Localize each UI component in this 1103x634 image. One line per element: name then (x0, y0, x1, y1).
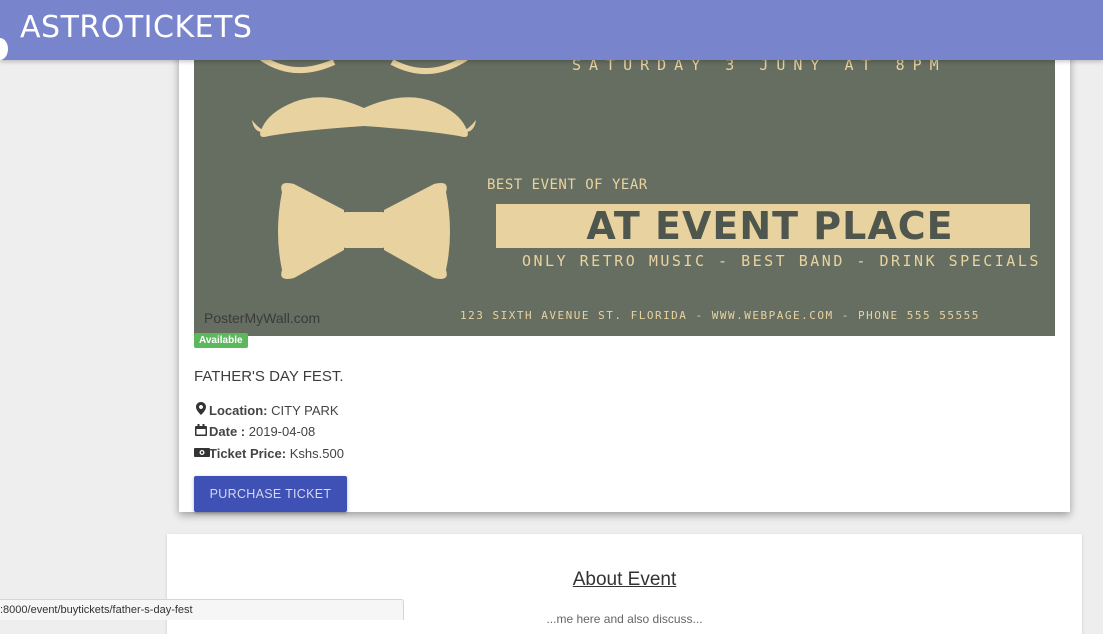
price-label: Ticket Price: (209, 446, 287, 461)
status-badge: Available (194, 333, 248, 348)
about-event-heading: About Event (572, 569, 677, 590)
poster-subline: ONLY RETRO MUSIC - BEST BAND - DRINK SPE… (522, 252, 1041, 270)
calendar-icon (194, 424, 207, 439)
browser-status-url: :8000/event/buytickets/father-s-day-fest (0, 599, 404, 620)
event-title: FATHER'S DAY FEST. (194, 368, 344, 385)
purchase-ticket-button[interactable]: PURCHASE TICKET (194, 476, 347, 512)
poster-watermark: PosterMyWall.com (204, 310, 321, 326)
date-value: 2019-04-08 (248, 424, 316, 439)
event-price-row: Ticket Price: Kshs.500 (194, 446, 344, 461)
event-location-row: Location: CITY PARK (194, 402, 339, 418)
event-date-row: Date : 2019-04-08 (194, 424, 315, 439)
poster-address: 123 SIXTH AVENUE ST. FLORIDA - WWW.WEBPA… (460, 309, 980, 322)
location-label: Location: (209, 403, 268, 418)
location-value: CITY PARK (271, 403, 339, 418)
poster-best-text: BEST EVENT OF YEAR (487, 177, 648, 193)
corner-decoration (0, 38, 8, 60)
brand-logo-text[interactable]: ASTROTICKETS (20, 10, 252, 45)
poster-headline-band: AT EVENT PLACE (496, 204, 1030, 248)
event-card: SATURDAY 3 JUNY AT 8PM BEST EVENT OF YEA… (179, 40, 1070, 512)
money-icon (194, 447, 210, 461)
event-poster-image: SATURDAY 3 JUNY AT 8PM BEST EVENT OF YEA… (194, 40, 1055, 336)
date-label: Date : (209, 424, 246, 439)
top-navbar: ASTROTICKETS (0, 0, 1103, 60)
poster-headline: AT EVENT PLACE (586, 204, 954, 248)
price-value: Kshs.500 (289, 446, 344, 461)
map-marker-icon (194, 402, 207, 418)
